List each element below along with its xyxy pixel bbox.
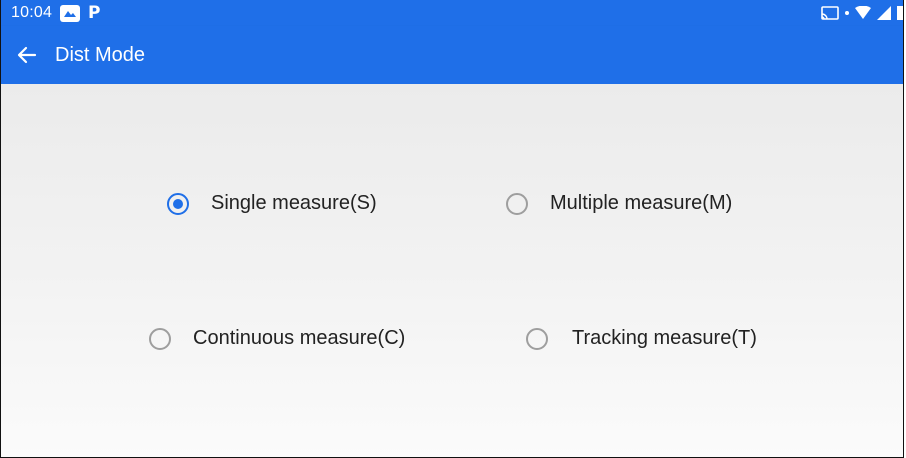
mode-options: Single measure(S) Multiple measure(M) Co… [1, 84, 903, 457]
option-label: Multiple measure(M) [550, 192, 733, 214]
notification-dot-icon [845, 11, 849, 15]
parking-icon: P [88, 3, 101, 23]
screen-frame: 10:04 P Dist Mode Single measure(S) Mult… [0, 0, 904, 458]
option-single-measure[interactable]: Single measure(S) [167, 192, 377, 215]
cast-icon [821, 6, 839, 20]
option-label: Continuous measure(C) [193, 327, 406, 349]
arrow-left-icon [17, 46, 37, 64]
wifi-icon [855, 6, 871, 19]
radio-tracking-measure[interactable] [526, 327, 548, 350]
back-button[interactable] [9, 37, 45, 73]
notification-icons: P [60, 3, 101, 23]
radio-selected-dot [173, 198, 183, 209]
option-continuous-measure[interactable]: Continuous measure(C) [149, 327, 405, 350]
app-bar: Dist Mode [1, 26, 903, 84]
radio-multiple-measure[interactable] [506, 192, 528, 215]
status-bar: 10:04 P [1, 0, 903, 26]
option-label: Tracking measure(T) [572, 327, 757, 349]
option-tracking-measure[interactable]: Tracking measure(T) [526, 327, 757, 350]
status-time: 10:04 [11, 4, 53, 21]
signal-icon [877, 6, 891, 20]
page-title: Dist Mode [55, 43, 146, 66]
option-multiple-measure[interactable]: Multiple measure(M) [506, 192, 732, 215]
radio-single-measure[interactable] [167, 192, 189, 215]
option-label: Single measure(S) [211, 192, 377, 214]
radio-continuous-measure[interactable] [149, 327, 171, 350]
system-icons [821, 0, 903, 26]
battery-icon [897, 6, 903, 20]
photos-icon [60, 4, 81, 22]
